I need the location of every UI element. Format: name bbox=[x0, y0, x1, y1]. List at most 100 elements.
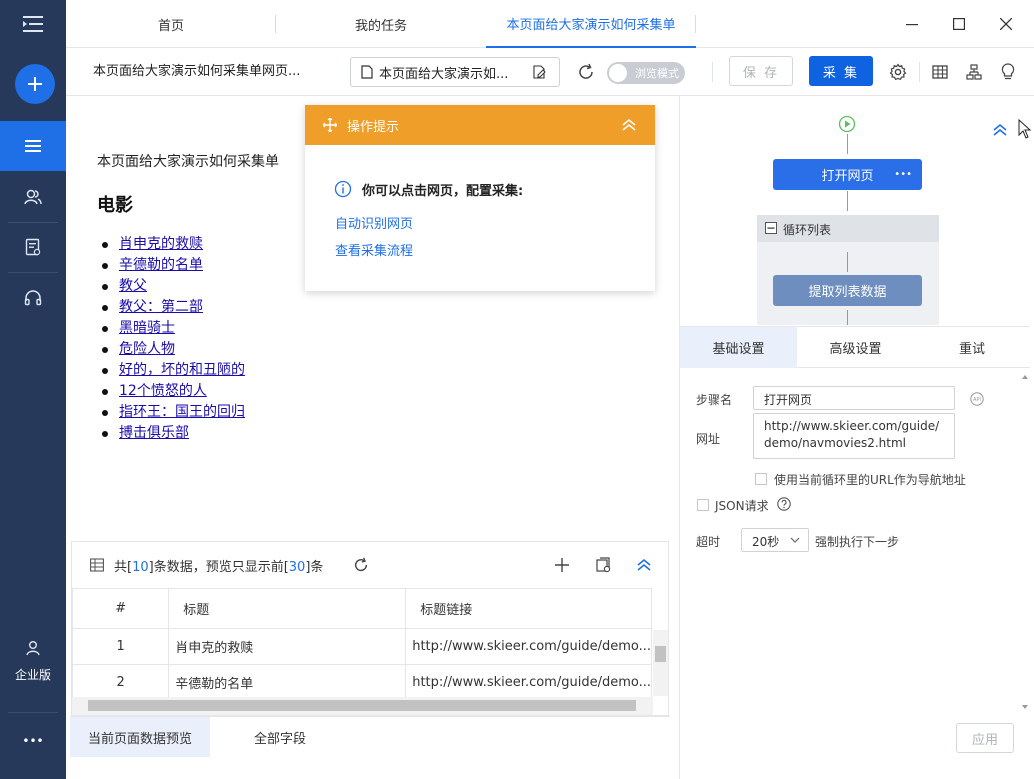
flow-node-extract[interactable]: 提取列表数据 bbox=[773, 275, 922, 306]
title-cell[interactable]: 肖申克的救赎 bbox=[168, 628, 407, 665]
table-view-button[interactable] bbox=[928, 60, 952, 84]
tab-current-page-preview[interactable]: 当前页面数据预览 bbox=[70, 717, 210, 757]
timeout-label: 超时 bbox=[696, 535, 721, 549]
menu-icon[interactable] bbox=[0, 0, 66, 48]
sidebar-item-users[interactable] bbox=[0, 172, 66, 222]
view-flow-link[interactable]: 查看采集流程 bbox=[335, 240, 413, 259]
flow-node-open-page[interactable]: 打开网页 ••• bbox=[773, 159, 922, 190]
column-header[interactable]: 标题链接 bbox=[405, 588, 652, 629]
movie-link[interactable]: 辛德勒的名单 bbox=[119, 257, 203, 273]
movie-link[interactable]: 12个愤怒的人 bbox=[119, 383, 207, 399]
maximize-button[interactable] bbox=[936, 0, 982, 48]
add-task-button[interactable] bbox=[15, 64, 55, 104]
svg-text:API: API bbox=[973, 397, 981, 403]
tips-button[interactable] bbox=[996, 60, 1020, 84]
scroll-up-icon[interactable] bbox=[1021, 374, 1029, 380]
collapse-icon[interactable] bbox=[621, 118, 637, 132]
more-icon[interactable]: ••• bbox=[894, 169, 912, 180]
tab-current-task-label: 本页面给大家演示如何采集单 bbox=[506, 17, 676, 33]
column-header[interactable]: 标题 bbox=[168, 588, 407, 629]
collapse-loop-icon[interactable] bbox=[765, 222, 777, 234]
url-field[interactable]: 本页面给大家演示如... bbox=[350, 57, 560, 87]
count-suffix: ]条 bbox=[305, 560, 324, 575]
list-item: 教父：第二部 bbox=[102, 297, 245, 318]
step-name-input[interactable]: 打开网页 bbox=[753, 386, 955, 410]
movie-link[interactable]: 教父：第二部 bbox=[119, 299, 203, 315]
tips-header[interactable]: 操作提示 bbox=[305, 105, 655, 145]
flow-connector bbox=[847, 310, 848, 325]
collapse-icon[interactable] bbox=[636, 558, 652, 572]
json-request-checkbox[interactable] bbox=[697, 499, 709, 511]
edit-document-icon[interactable] bbox=[533, 65, 547, 79]
page-intro[interactable]: 本页面给大家演示如何采集单 bbox=[97, 151, 279, 171]
link-cell[interactable]: http://www.skieer.com/guide/demo... bbox=[405, 664, 652, 701]
workflow-panel: 打开网页 ••• 循环列表 提取列表数据 bbox=[679, 96, 1034, 326]
collapse-icon[interactable] bbox=[992, 123, 1008, 137]
tab-advanced-settings[interactable]: 高级设置 bbox=[797, 327, 914, 368]
more-icon[interactable]: ••• bbox=[0, 728, 66, 754]
title-cell[interactable]: 辛德勒的名单 bbox=[168, 664, 407, 701]
list-item: 黑暗骑士 bbox=[102, 318, 245, 339]
list-item: 搏击俱乐部 bbox=[102, 423, 245, 444]
sidebar-item-tasks-list[interactable] bbox=[0, 223, 66, 271]
enterprise-button[interactable] bbox=[0, 636, 66, 660]
vertical-scrollbar[interactable] bbox=[653, 630, 668, 696]
loop-container[interactable]: 循环列表 提取列表数据 bbox=[757, 215, 939, 325]
apply-button[interactable]: 应用 bbox=[956, 723, 1014, 753]
use-loop-url-checkbox[interactable] bbox=[755, 473, 767, 485]
refresh-icon[interactable] bbox=[353, 557, 369, 573]
scrollbar-thumb[interactable] bbox=[655, 646, 666, 662]
flow-connector bbox=[847, 134, 848, 154]
collect-button[interactable]: 采 集 bbox=[809, 56, 873, 86]
movie-link[interactable]: 指环王：国王的回归 bbox=[119, 404, 245, 420]
tab-home[interactable]: 首页 bbox=[106, 0, 236, 48]
cursor-icon bbox=[1018, 119, 1032, 139]
headset-icon bbox=[24, 290, 42, 306]
api-icon[interactable]: API bbox=[970, 392, 984, 406]
enterprise-label[interactable]: 企业版 bbox=[0, 664, 66, 684]
horizontal-scrollbar[interactable] bbox=[72, 697, 653, 715]
settings-button[interactable] bbox=[886, 60, 910, 84]
tab-bar: 首页 我的任务 本页面给大家演示如何采集单 bbox=[66, 0, 1034, 48]
url-input[interactable]: http://www.skieer.com/guide/demo/navmovi… bbox=[753, 413, 955, 459]
flow-view-button[interactable] bbox=[962, 60, 986, 84]
tab-retry[interactable]: 重试 bbox=[914, 327, 1030, 368]
column-header[interactable]: # bbox=[71, 588, 170, 629]
sidebar-item-tasks[interactable] bbox=[0, 121, 66, 171]
toolbar-divider bbox=[712, 62, 713, 82]
timeout-select[interactable]: 20秒 bbox=[741, 528, 809, 552]
help-icon[interactable] bbox=[777, 497, 791, 511]
table-row[interactable]: 2 辛德勒的名单 http://www.skieer.com/guide/dem… bbox=[71, 664, 652, 701]
auto-detect-link[interactable]: 自动识别网页 bbox=[335, 213, 413, 232]
movie-link[interactable]: 黑暗骑士 bbox=[119, 320, 175, 336]
lightbulb-icon bbox=[1001, 63, 1015, 80]
sidebar-item-support[interactable] bbox=[0, 273, 66, 323]
tab-basic-settings[interactable]: 基础设置 bbox=[680, 327, 797, 368]
scrollbar-thumb[interactable] bbox=[88, 700, 636, 711]
tab-current-task[interactable]: 本页面给大家演示如何采集单 bbox=[486, 0, 696, 48]
page-heading[interactable]: 电影 bbox=[97, 191, 133, 217]
movie-link[interactable]: 危险人物 bbox=[119, 341, 175, 357]
refresh-button[interactable] bbox=[574, 60, 598, 84]
link-cell[interactable]: http://www.skieer.com/guide/demo... bbox=[405, 628, 652, 665]
scroll-down-icon[interactable] bbox=[1021, 704, 1029, 710]
minimize-button[interactable] bbox=[889, 0, 935, 48]
list-item: 指环王：国王的回归 bbox=[102, 402, 245, 423]
settings-scrollbar[interactable] bbox=[1019, 370, 1031, 716]
settings-panel: 基础设置 高级设置 重试 步骤名 打开网页 API 网址 http://www.… bbox=[679, 326, 1034, 779]
task-title: 本页面给大家演示如何采集单网页... bbox=[93, 64, 301, 79]
movie-link[interactable]: 搏击俱乐部 bbox=[119, 425, 189, 441]
tips-panel: 操作提示 你可以点击网页，配置采集: 自动识别网页 查看采集流程 bbox=[305, 105, 655, 291]
movie-link[interactable]: 教父 bbox=[119, 278, 147, 294]
movie-link[interactable]: 肖申克的救赎 bbox=[119, 236, 203, 252]
tab-my-tasks[interactable]: 我的任务 bbox=[316, 0, 446, 48]
table-row[interactable]: 1 肖申克的救赎 http://www.skieer.com/guide/dem… bbox=[71, 628, 652, 665]
movie-link[interactable]: 好的，坏的和丑陋的 bbox=[119, 362, 245, 378]
tab-all-fields[interactable]: 全部字段 bbox=[210, 717, 350, 757]
browse-mode-toggle[interactable]: 浏览模式 bbox=[607, 62, 685, 84]
loop-header[interactable]: 循环列表 bbox=[757, 215, 939, 242]
add-field-icon[interactable] bbox=[554, 557, 570, 573]
field-settings-icon[interactable] bbox=[596, 557, 612, 573]
close-button[interactable] bbox=[983, 0, 1029, 48]
save-button[interactable]: 保 存 bbox=[729, 56, 793, 86]
